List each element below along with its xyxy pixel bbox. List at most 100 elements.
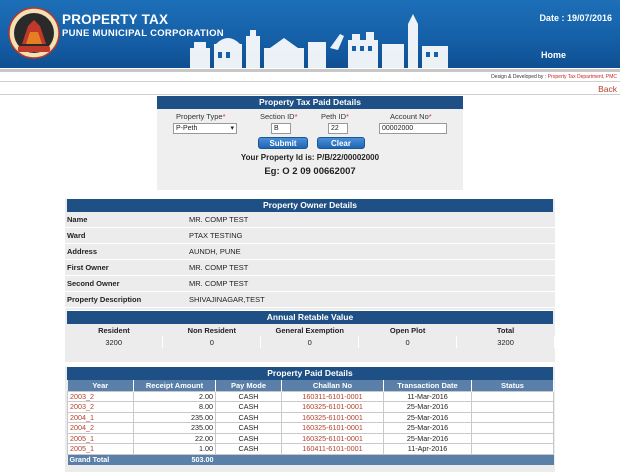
peth-id-label: Peth ID*	[321, 112, 349, 121]
pay-mode-cell: CASH	[215, 411, 282, 423]
status-cell	[471, 411, 554, 423]
pay-mode-cell: CASH	[215, 443, 282, 455]
section-id-input[interactable]: B	[271, 123, 291, 134]
year-link[interactable]: 2005_1	[67, 443, 134, 455]
owner-field-value: MR. COMP TEST	[189, 279, 249, 288]
owner-field-value: MR. COMP TEST	[189, 263, 249, 272]
challan-link[interactable]: 160311-6101-0001	[281, 390, 384, 402]
empty-cell	[471, 454, 554, 465]
search-panel: Property Tax Paid Details Property Type*…	[157, 96, 463, 190]
challan-link[interactable]: 160325-6101-0001	[281, 401, 384, 413]
section-id-label: Section ID*	[260, 112, 298, 121]
transaction-date-cell: 25-Mar-2016	[383, 401, 472, 413]
amount-cell: 8.00	[133, 401, 216, 413]
column-header: Non Resident	[187, 325, 236, 335]
table-row: 2003_2 8.00 CASH 160325-6101-0001 25-Mar…	[67, 401, 554, 413]
paid-panel-title: Property Paid Details	[67, 367, 553, 380]
current-date: Date : 19/07/2016	[539, 13, 612, 23]
grand-total-value: 503.00	[133, 454, 216, 465]
challan-link[interactable]: 160325-6101-0001	[281, 422, 384, 434]
submit-button[interactable]: Submit	[258, 137, 308, 149]
pay-mode-cell: CASH	[215, 390, 282, 402]
owner-row-second-owner: Second Owner MR. COMP TEST	[65, 276, 555, 292]
column-header: Challan No	[281, 380, 384, 391]
property-type-select[interactable]: P-Peth	[173, 123, 237, 134]
status-cell	[471, 390, 554, 402]
paid-details-panel: Property Paid Details Year Receipt Amoun…	[65, 367, 555, 472]
year-link[interactable]: 2003_2	[67, 390, 134, 402]
pay-mode-cell: CASH	[215, 432, 282, 444]
owner-row-first-owner: First Owner MR. COMP TEST	[65, 260, 555, 276]
owner-row-name: Name MR. COMP TEST	[65, 212, 555, 228]
column-header: Year	[67, 380, 134, 391]
transaction-date-cell: 11-Mar-2016	[383, 390, 472, 402]
required-mark: *	[346, 112, 349, 121]
table-cell: 0	[260, 336, 360, 348]
peth-id-input[interactable]: 22	[328, 123, 348, 134]
paid-table: Year Receipt Amount Pay Mode Challan No …	[67, 380, 554, 465]
grand-total-row: Grand Total 503.00	[67, 454, 554, 465]
table-cell: 3200	[456, 336, 555, 348]
table-row: 2005_1 22.00 CASH 160325-6101-0001 25-Ma…	[67, 432, 554, 444]
year-link[interactable]: 2005_1	[67, 432, 134, 444]
pay-mode-cell: CASH	[215, 401, 282, 413]
retable-value-panel: Annual Retable Value Resident Non Reside…	[65, 311, 555, 362]
owner-field-value: SHIVAJINAGAR,TEST	[189, 295, 265, 304]
owner-field-label: Address	[67, 247, 98, 256]
challan-link[interactable]: 160325-6101-0001	[281, 411, 384, 423]
table-cell: 3200	[65, 336, 164, 348]
status-cell	[471, 401, 554, 413]
owner-field-value: AUNDH, PUNE	[189, 247, 241, 256]
amount-cell: 1.00	[133, 443, 216, 455]
account-no-label: Account No*	[390, 112, 432, 121]
amount-cell: 235.00	[133, 411, 216, 423]
year-link[interactable]: 2003_2	[67, 401, 134, 413]
owner-field-label: Second Owner	[67, 279, 120, 288]
clear-button[interactable]: Clear	[317, 137, 365, 149]
pay-mode-cell: CASH	[215, 422, 282, 434]
retable-panel-title: Annual Retable Value	[67, 311, 553, 324]
table-header-row: Resident Non Resident General Exemption …	[65, 324, 555, 336]
owner-field-label: Ward	[67, 231, 86, 240]
column-header: Status	[471, 380, 554, 391]
owner-panel-title: Property Owner Details	[67, 199, 553, 212]
transaction-date-cell: 11-Apr-2016	[383, 443, 472, 455]
year-link[interactable]: 2004_2	[67, 422, 134, 434]
home-link[interactable]: Home	[541, 50, 566, 60]
year-link[interactable]: 2004_1	[67, 411, 134, 423]
retable-table: Resident Non Resident General Exemption …	[65, 324, 555, 348]
table-row: 2003_2 2.00 CASH 160311-6101-0001 11-Mar…	[67, 390, 554, 402]
city-skyline-icon	[190, 14, 448, 68]
account-no-input[interactable]: 00002000	[379, 123, 447, 134]
site-header: PROPERTY TAX PUNE MUNICIPAL CORPORATION	[0, 0, 620, 68]
table-row: 2004_2 235.00 CASH 160325-6101-0001 25-M…	[67, 422, 554, 434]
back-link[interactable]: Back	[598, 84, 617, 94]
owner-field-label: Name	[67, 215, 88, 224]
owner-row-description: Property Description SHIVAJINAGAR,TEST	[65, 292, 555, 308]
column-header: General Exemption	[275, 325, 344, 335]
example-text: Eg: O 2 09 00662007	[264, 166, 356, 177]
challan-link[interactable]: 160411-6101-0001	[281, 443, 384, 455]
property-id-text: Your Property Id is: P/B/22/00002000	[240, 153, 380, 162]
owner-field-value: MR. COMP TEST	[189, 215, 249, 224]
owner-field-value: PTAX TESTING	[189, 231, 243, 240]
owner-details-panel: Property Owner Details Name MR. COMP TES…	[65, 199, 555, 310]
column-header: Total	[496, 325, 515, 335]
owner-row-ward: Ward PTAX TESTING	[65, 228, 555, 244]
required-mark: *	[294, 112, 298, 121]
transaction-date-cell: 25-Mar-2016	[383, 411, 472, 423]
table-row: 2004_1 235.00 CASH 160325-6101-0001 25-M…	[67, 411, 554, 423]
empty-cell	[383, 454, 472, 465]
search-panel-title: Property Tax Paid Details	[157, 96, 463, 109]
status-cell	[471, 443, 554, 455]
owner-field-label: First Owner	[67, 263, 109, 272]
table-cell: 0	[162, 336, 262, 348]
amount-cell: 235.00	[133, 422, 216, 434]
column-header: Receipt Amount	[133, 380, 216, 391]
credit-org: Property Tax Department, PMC	[547, 74, 617, 80]
credit-label: Design & Developed by :	[491, 74, 547, 80]
amount-cell: 2.00	[133, 390, 216, 402]
challan-link[interactable]: 160325-6101-0001	[281, 432, 384, 444]
transaction-date-cell: 25-Mar-2016	[383, 422, 472, 434]
empty-cell	[215, 454, 282, 465]
